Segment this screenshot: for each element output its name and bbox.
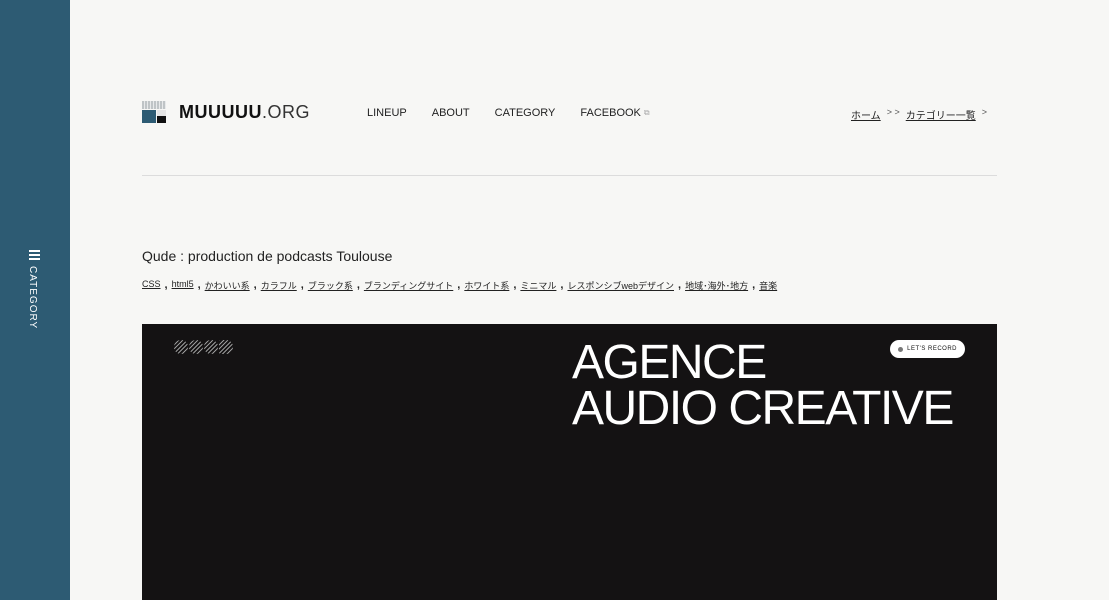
tag-link[interactable]: 地域･海外･地方 [685, 279, 748, 292]
category-sidebar: CATEGORY [0, 0, 70, 600]
hero-headline: AGENCE AUDIO CREATIVE [572, 336, 954, 435]
site-screenshot[interactable]: LET'S RECORD AGENCE AUDIO CREATIVE [142, 324, 997, 600]
tag-link[interactable]: カラフル [261, 279, 297, 292]
tag-list: CSS, html5, かわいい系, カラフル, ブラック系, ブランディングサ… [142, 279, 778, 292]
breadcrumb-category-list[interactable]: カテゴリー一覧 [906, 107, 976, 122]
tag-link[interactable]: ブラック系 [308, 279, 353, 292]
header-divider [142, 175, 997, 176]
nav-item-category[interactable]: CATEGORY [495, 107, 556, 119]
breadcrumb-separator: > > [886, 107, 900, 117]
tag-link[interactable]: ミニマル [520, 279, 556, 292]
tag-link[interactable]: ホワイト系 [464, 279, 509, 292]
breadcrumb: ホーム > > カテゴリー一覧 > [851, 107, 987, 122]
tag-link[interactable]: 音楽 [759, 279, 777, 292]
nav-item-about[interactable]: ABOUT [432, 107, 470, 119]
main-nav: LINEUP ABOUT CATEGORY FACEBOOK ⧉ [367, 107, 675, 119]
qude-logo [174, 340, 233, 354]
nav-item-facebook[interactable]: FACEBOOK ⧉ [580, 107, 649, 119]
tag-link[interactable]: html5 [172, 279, 194, 292]
hamburger-icon [29, 250, 40, 261]
post-title: Qude : production de podcasts Toulouse [142, 248, 393, 264]
tag-link[interactable]: かわいい系 [205, 279, 250, 292]
tag-link[interactable]: ブランディングサイト [364, 279, 453, 292]
nav-item-lineup[interactable]: LINEUP [367, 107, 407, 119]
external-link-icon: ⧉ [643, 108, 650, 117]
breadcrumb-separator: > [981, 107, 987, 117]
category-toggle[interactable]: CATEGORY [24, 248, 46, 330]
site-logo[interactable]: MUUUUU.ORG [142, 101, 310, 123]
category-toggle-label: CATEGORY [27, 266, 38, 330]
tag-link[interactable]: レスポンシブwebデザイン [567, 279, 674, 292]
logo-text: MUUUUU.ORG [179, 101, 311, 122]
tag-link[interactable]: CSS [142, 279, 161, 292]
hero-headline-line1: AGENCE [572, 336, 767, 389]
breadcrumb-home[interactable]: ホーム [851, 107, 881, 122]
hero-headline-line2: AUDIO CREATIVE [572, 382, 954, 435]
logo-mark-icon [142, 101, 166, 123]
